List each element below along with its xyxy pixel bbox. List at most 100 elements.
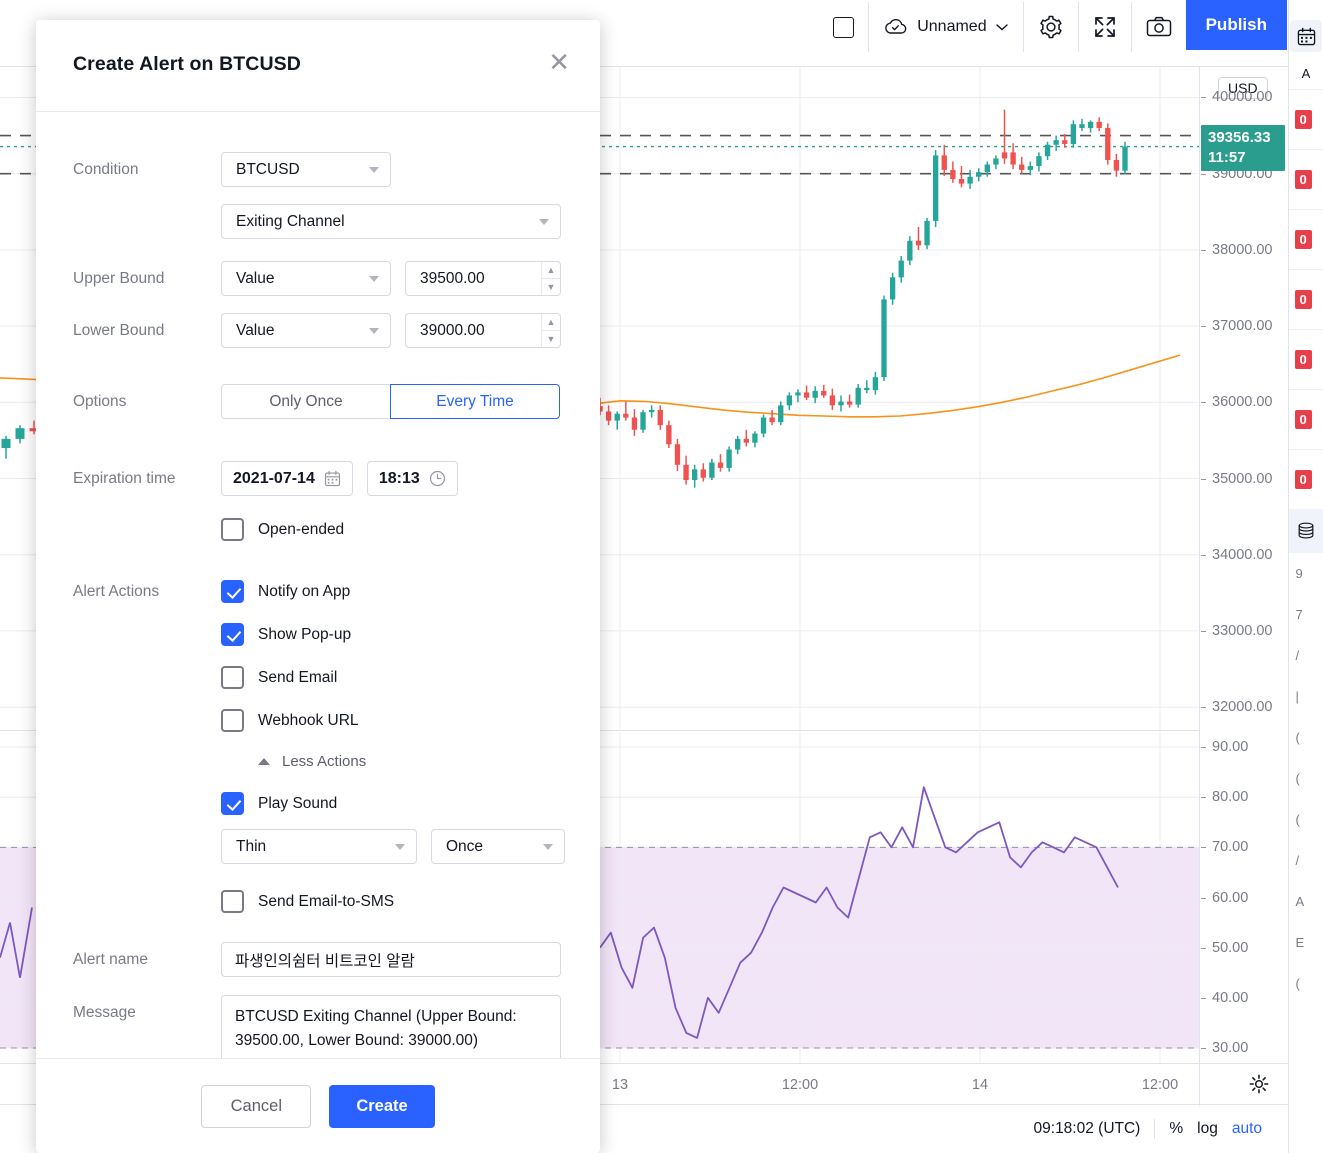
- price-axis-tick: 36000.00: [1200, 394, 1273, 411]
- clock-icon[interactable]: [429, 470, 446, 487]
- sound-repeat-select[interactable]: Once: [431, 829, 565, 864]
- create-alert-dialog[interactable]: Create Alert on BTCUSD ✕ Condition BTCUS…: [36, 20, 600, 1153]
- lower-bound-mode-select[interactable]: Value: [221, 313, 391, 348]
- show-popup-checkbox[interactable]: Show Pop-up: [221, 623, 351, 646]
- snapshot-button[interactable]: [1130, 2, 1186, 52]
- lower-bound-stepper[interactable]: ▲ ▼: [541, 314, 560, 347]
- sidebar-event-row[interactable]: 0: [1289, 89, 1323, 149]
- checkbox-box[interactable]: [221, 709, 244, 732]
- checkbox-box[interactable]: [221, 666, 244, 689]
- rsi-axis-tick: 60.00: [1200, 889, 1249, 906]
- settings-button[interactable]: [1022, 2, 1078, 52]
- condition-symbol-value: BTCUSD: [236, 160, 300, 178]
- fullscreen-button[interactable]: [1077, 2, 1131, 52]
- time-axis-tick: 12:00: [781, 1077, 819, 1093]
- layout-name-button[interactable]: Unnamed: [868, 2, 1022, 52]
- stepper-up-icon[interactable]: ▲: [542, 314, 560, 331]
- notify-on-app-checkbox[interactable]: Notify on App: [221, 580, 350, 603]
- chevron-up-icon: [258, 758, 270, 765]
- upper-bound-mode-select[interactable]: Value: [221, 261, 391, 296]
- price-axis[interactable]: USD 40000.00 39000.00 38000.00 37000.00 3600…: [1199, 67, 1288, 1063]
- stepper-up-icon[interactable]: ▲: [542, 262, 560, 279]
- sidebar-event-list[interactable]: 0 0 0 0 0 0 0: [1289, 89, 1323, 509]
- checkbox-box[interactable]: [221, 518, 244, 541]
- less-actions-toggle[interactable]: Less Actions: [36, 753, 600, 770]
- condition-type-select[interactable]: Exiting Channel: [221, 204, 561, 239]
- sidebar-text-fragment: /: [1295, 853, 1300, 868]
- alert-actions-label: Alert Actions: [73, 582, 160, 600]
- cancel-button[interactable]: Cancel: [201, 1084, 312, 1128]
- sidebar-event-row[interactable]: 0: [1289, 269, 1323, 329]
- dialog-header: Create Alert on BTCUSD ✕: [36, 20, 600, 112]
- notify-on-app-label: Notify on App: [258, 582, 351, 600]
- expiration-date-input[interactable]: 2021-07-14: [221, 461, 353, 496]
- sidebar-text-fragments: 9 7 / | (((/ A E (: [1289, 553, 1323, 1004]
- gear-icon: [1038, 14, 1064, 40]
- upper-bound-stepper[interactable]: ▲ ▼: [541, 262, 560, 295]
- coins-icon[interactable]: [1289, 509, 1323, 553]
- checkbox-box[interactable]: [221, 580, 244, 603]
- lower-bound-row: Lower Bound Value 39000.00 ▲ ▼: [36, 313, 600, 348]
- sound-tone-select[interactable]: Thin: [221, 829, 417, 864]
- every-time-button[interactable]: Every Time: [390, 384, 560, 419]
- sidebar-event-row[interactable]: 0: [1289, 449, 1323, 509]
- trigger-frequency-segmented[interactable]: Only Once Every Time: [221, 384, 560, 419]
- notify-on-app-row: Alert Actions Notify on App: [36, 580, 600, 603]
- fullscreen-icon: [1093, 15, 1117, 39]
- lower-bound-input[interactable]: 39000.00 ▲ ▼: [405, 313, 561, 348]
- layout-square-button[interactable]: [819, 2, 868, 52]
- checkbox-box[interactable]: [221, 623, 244, 646]
- chevron-down-icon: [395, 843, 405, 850]
- expiration-time-value: 18:13: [378, 469, 420, 487]
- sidebar-event-row[interactable]: 0: [1289, 209, 1323, 269]
- log-scale-toggle[interactable]: log: [1197, 1120, 1218, 1138]
- chevron-down-icon: [369, 327, 379, 334]
- close-icon[interactable]: ✕: [548, 49, 570, 75]
- less-actions-label: Less Actions: [282, 753, 367, 770]
- only-once-button[interactable]: Only Once: [221, 384, 391, 419]
- upper-bound-mode-value: Value: [236, 269, 275, 287]
- sidebar-event-row[interactable]: 0: [1289, 329, 1323, 389]
- alert-name-input[interactable]: 파생인의쉼터 비트코인 알람: [221, 942, 561, 977]
- last-price-time: 11:57: [1208, 148, 1246, 166]
- message-textarea[interactable]: BTCUSD Exiting Channel (Upper Bound: 395…: [221, 995, 561, 1058]
- last-price-badge: 39356.33 11:57: [1201, 124, 1285, 172]
- create-button[interactable]: Create: [329, 1084, 435, 1128]
- condition-symbol-select[interactable]: BTCUSD: [221, 152, 391, 187]
- checkbox-box[interactable]: [221, 792, 244, 815]
- sidebar-text-fragment: |: [1295, 689, 1299, 704]
- send-email-to-sms-checkbox[interactable]: Send Email-to-SMS: [221, 890, 394, 913]
- calendar-icon[interactable]: [324, 470, 341, 487]
- condition-type-value: Exiting Channel: [236, 212, 345, 230]
- upper-bound-input[interactable]: 39500.00 ▲ ▼: [405, 261, 561, 296]
- stepper-down-icon[interactable]: ▼: [542, 331, 560, 347]
- sidebar-text-fragment: (: [1295, 771, 1300, 786]
- checkbox-box[interactable]: [221, 890, 244, 913]
- price-axis-tick: 40000.00: [1200, 89, 1273, 106]
- percent-scale-toggle[interactable]: %: [1169, 1120, 1183, 1138]
- condition-row: Condition BTCUSD: [36, 152, 600, 187]
- layout-name-label: Unnamed: [917, 18, 987, 35]
- open-ended-checkbox[interactable]: Open-ended: [221, 518, 344, 541]
- expiration-time-input[interactable]: 18:13: [366, 461, 458, 496]
- show-popup-row: Show Pop-up: [36, 623, 600, 646]
- calendar-icon[interactable]: [1290, 20, 1322, 52]
- rsi-axis-tick: 30.00: [1200, 1039, 1249, 1056]
- publish-button[interactable]: Publish: [1185, 0, 1287, 50]
- time-settings-gear-icon[interactable]: [1248, 1073, 1270, 1095]
- event-impact-badge: 0: [1294, 470, 1312, 489]
- sidebar-event-row[interactable]: 0: [1289, 149, 1323, 209]
- stepper-down-icon[interactable]: ▼: [542, 279, 560, 295]
- camera-icon: [1146, 16, 1172, 38]
- auto-scale-toggle[interactable]: auto: [1232, 1120, 1262, 1138]
- send-email-checkbox[interactable]: Send Email: [221, 666, 337, 689]
- dialog-body[interactable]: Condition BTCUSD Exiting Channel Upper B…: [36, 112, 600, 1058]
- expiration-date-value: 2021-07-14: [233, 469, 315, 487]
- sidebar-event-row[interactable]: 0: [1289, 389, 1323, 449]
- open-ended-label: Open-ended: [258, 520, 345, 538]
- webhook-url-checkbox[interactable]: Webhook URL: [221, 709, 359, 732]
- play-sound-checkbox[interactable]: Play Sound: [221, 792, 337, 815]
- rsi-axis-tick: 80.00: [1200, 789, 1249, 806]
- right-sidebar[interactable]: A 0 0 0 0 0 0 0 9 7 / | (((/ A E (: [1288, 0, 1323, 1153]
- rsi-axis-tick: 50.00: [1200, 939, 1249, 956]
